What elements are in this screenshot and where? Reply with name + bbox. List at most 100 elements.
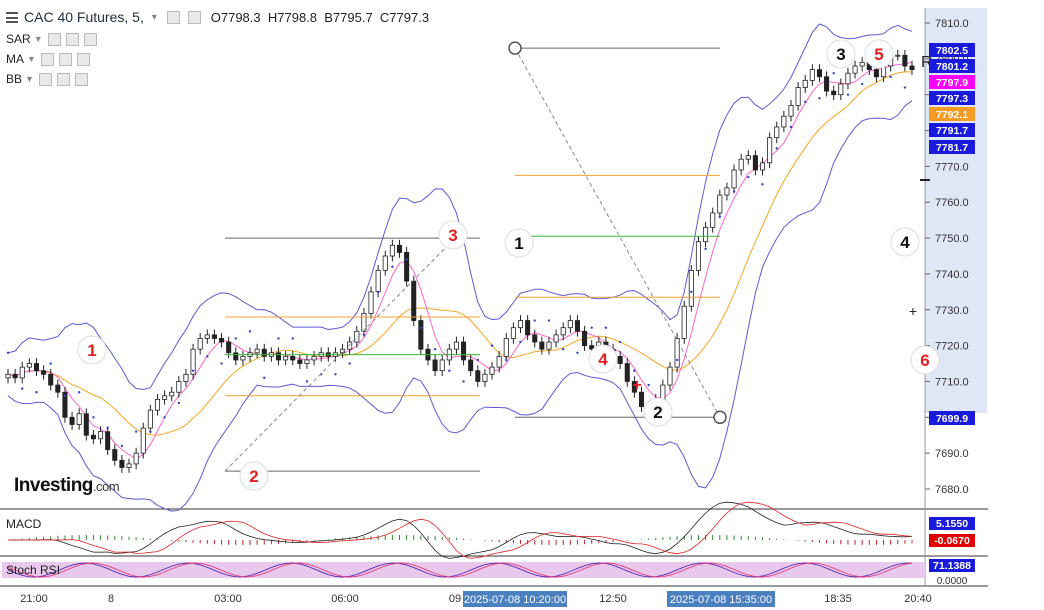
- gear-icon[interactable]: [187, 10, 201, 24]
- candle-body: [895, 54, 901, 57]
- close-icon[interactable]: [83, 32, 97, 46]
- sar-dot: [519, 340, 522, 344]
- indicator-sar[interactable]: SAR ▼: [6, 32, 97, 46]
- candle-body: [183, 373, 189, 382]
- sar-dot: [49, 362, 52, 365]
- stoch-value: 71.1388: [933, 560, 971, 572]
- candle-body: [311, 355, 317, 361]
- price-label: 7792.1: [936, 109, 968, 121]
- x-tick-label: 20:40: [904, 593, 932, 605]
- gear-icon[interactable]: [65, 32, 79, 46]
- candle-body: [55, 384, 61, 393]
- candle-body: [717, 194, 723, 214]
- candle-body: [688, 269, 694, 307]
- candle-body: [169, 391, 175, 397]
- trend-handle: [508, 41, 522, 55]
- candle-body: [475, 370, 481, 382]
- sar-dot: [476, 358, 479, 362]
- x-tick-label: 09: [449, 593, 461, 605]
- chevron-down-icon[interactable]: ▼: [27, 54, 36, 64]
- chevron-down-icon[interactable]: ▼: [25, 74, 34, 84]
- sar-dot: [562, 348, 565, 351]
- menu-icon[interactable]: [6, 11, 18, 23]
- candle-body: [297, 359, 303, 364]
- wave-label: 4: [900, 233, 910, 252]
- crosshair-time-label: 2025-07-08 15:35:00: [670, 594, 772, 606]
- candle-body: [517, 320, 524, 329]
- candle-body: [396, 244, 403, 253]
- chevron-down-icon[interactable]: ▼: [34, 34, 43, 44]
- eye-icon[interactable]: [38, 72, 52, 86]
- candle-body: [774, 126, 780, 139]
- sar-dot: [106, 426, 109, 430]
- candle-body: [119, 459, 125, 468]
- close-icon[interactable]: [74, 72, 88, 86]
- price-label: 7797.9: [936, 77, 968, 89]
- price-label: 7781.7: [936, 142, 968, 154]
- y-tick-label: 7760.0: [935, 197, 969, 209]
- eye-icon[interactable]: [40, 52, 54, 66]
- chevron-down-icon[interactable]: ▼: [150, 12, 159, 22]
- candle-body: [133, 452, 139, 465]
- gear-icon[interactable]: [56, 72, 70, 86]
- sar-dot: [704, 247, 707, 251]
- candle-body: [909, 65, 915, 70]
- sar-dot: [462, 380, 465, 383]
- candle-body: [532, 334, 538, 343]
- sar-dot: [234, 337, 237, 340]
- sar-dot: [348, 362, 351, 365]
- candle-body: [98, 431, 104, 440]
- candle-body: [461, 341, 467, 361]
- candle-body: [112, 449, 118, 461]
- indicator-ma[interactable]: MA ▼: [6, 52, 90, 66]
- candle-body: [5, 373, 11, 379]
- candle-body: [582, 330, 588, 347]
- candle-body: [731, 169, 737, 189]
- price-label: 7791.7: [936, 125, 968, 137]
- sar-dot: [334, 373, 337, 376]
- sar-dot: [846, 93, 850, 96]
- sar-dot: [690, 290, 693, 294]
- candle-body: [26, 363, 32, 368]
- candle-body: [859, 62, 865, 67]
- gear-icon[interactable]: [58, 52, 72, 66]
- macd-value: 5.1550: [936, 518, 968, 530]
- wave-label: 1: [514, 234, 523, 253]
- sar-dot: [903, 86, 907, 89]
- candle-body: [204, 334, 210, 339]
- sar-dot: [576, 351, 579, 354]
- macd-value: -0.0670: [934, 535, 970, 547]
- trend-handle: [713, 410, 727, 425]
- investing-logo: Investing.com: [14, 475, 120, 496]
- symbol-title[interactable]: CAC 40 Futures, 5,: [24, 9, 144, 25]
- candle-body: [468, 359, 474, 372]
- indicator-bb[interactable]: BB ▼: [6, 72, 88, 86]
- candle-body: [482, 373, 488, 382]
- wave-label: 6: [920, 351, 929, 370]
- candle-body: [275, 352, 282, 361]
- sar-dot: [391, 265, 394, 268]
- stoch-label: Stoch RSI: [6, 563, 60, 577]
- chart-canvas[interactable]: 7810.07800.07790.07780.07770.07760.07750…: [0, 0, 1044, 610]
- indicator-label: MA: [6, 52, 24, 66]
- x-tick-label: 12:50: [599, 593, 627, 605]
- candle-body: [745, 155, 751, 160]
- y-tick-label: 7750.0: [935, 233, 969, 245]
- y-tick-label: 7720.0: [935, 341, 969, 353]
- sar-dot: [177, 401, 181, 405]
- candle-body: [368, 291, 374, 314]
- crosshair-time-label: 2025-07-08 10:20:00: [464, 594, 566, 606]
- close-icon[interactable]: [76, 52, 90, 66]
- candle-body: [283, 355, 289, 361]
- sar-dot: [277, 337, 280, 340]
- eye-icon[interactable]: [166, 10, 180, 24]
- candle-body: [361, 312, 367, 332]
- sar-dot: [618, 340, 622, 344]
- candle-body: [667, 366, 673, 386]
- candle-body: [809, 69, 815, 81]
- sar-dot: [590, 326, 593, 329]
- sar-dot: [405, 258, 408, 261]
- candle-body: [33, 363, 40, 372]
- eye-icon[interactable]: [47, 32, 61, 46]
- candle-body: [69, 416, 75, 425]
